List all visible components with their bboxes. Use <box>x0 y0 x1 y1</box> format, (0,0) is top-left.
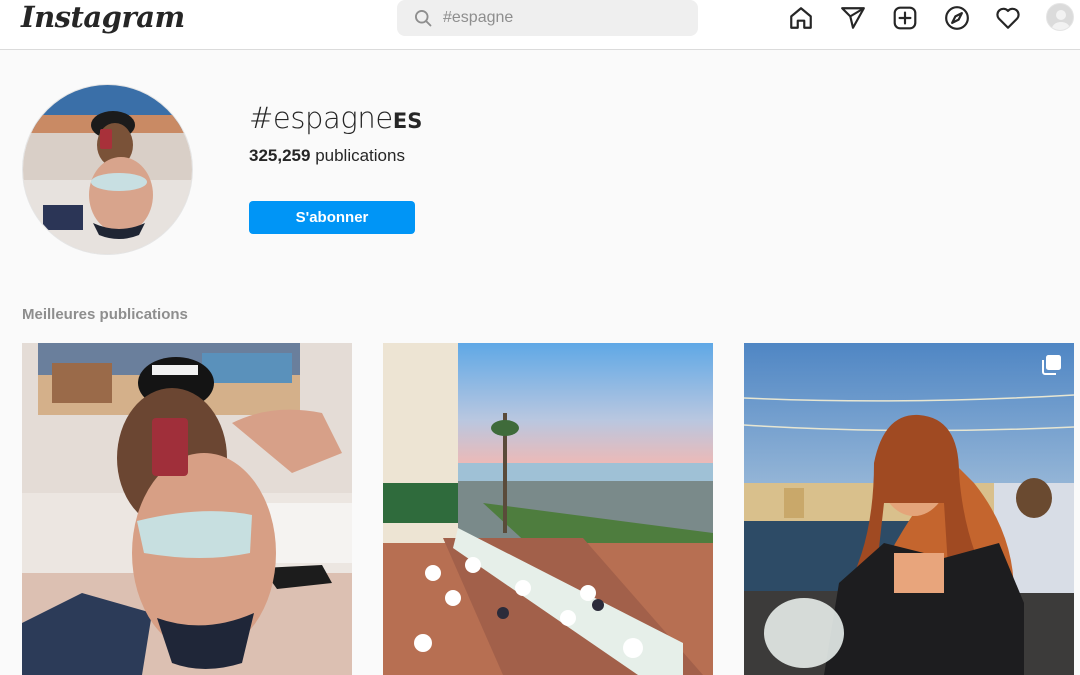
top-posts-heading: Meilleures publications <box>22 306 188 323</box>
top-navigation-bar: Instagram <box>0 0 1080 50</box>
profile-avatar[interactable] <box>1046 3 1074 31</box>
posts-count-label: publications <box>315 146 405 165</box>
hashtag-name: #espagne <box>249 101 393 135</box>
hashtag-title: #espagneES <box>249 101 422 135</box>
post-tile[interactable] <box>22 343 352 675</box>
search-box[interactable] <box>397 0 698 36</box>
language-badge: ES <box>392 109 423 133</box>
posts-count-number: 325,259 <box>249 146 311 165</box>
post-tile[interactable] <box>383 343 713 675</box>
search-input[interactable] <box>443 6 683 30</box>
home-icon[interactable] <box>787 4 815 32</box>
posts-count: 325,259 publications <box>249 146 405 166</box>
follow-button[interactable]: S'abonner <box>249 201 415 234</box>
post-tile[interactable] <box>744 343 1074 675</box>
explore-icon[interactable] <box>943 4 971 32</box>
search-icon <box>415 10 432 27</box>
direct-messages-icon[interactable] <box>839 4 867 32</box>
instagram-logo[interactable]: Instagram <box>21 0 185 34</box>
activity-heart-icon[interactable] <box>994 4 1022 32</box>
hashtag-cover-image <box>22 84 193 255</box>
multiple-photos-icon <box>1042 355 1061 375</box>
new-post-icon[interactable] <box>891 4 919 32</box>
